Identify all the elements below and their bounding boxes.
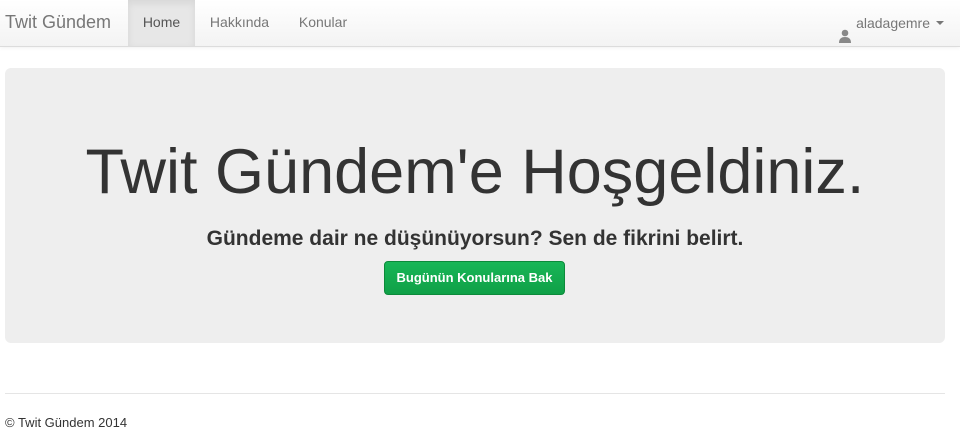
- user-dropdown[interactable]: aladagemre: [839, 0, 944, 46]
- page-title: Twit Gündem'e Hoşgeldiniz.: [85, 137, 865, 207]
- brand-link[interactable]: Twit Gündem: [5, 0, 111, 47]
- footer-divider: [5, 393, 945, 394]
- page-subtitle: Gündeme dair ne düşünüyorsun? Sen de fik…: [206, 227, 744, 250]
- nav-item-hakkinda[interactable]: Hakkında: [195, 0, 284, 46]
- username-label: aladagemre: [856, 15, 930, 31]
- caret-down-icon: [936, 21, 944, 25]
- todays-topics-button[interactable]: Bugünün Konularına Bak: [384, 261, 565, 295]
- top-navbar: Twit Gündem Home Hakkında Konular aladag…: [0, 0, 960, 47]
- footer-copyright: © Twit Gündem 2014: [5, 415, 128, 430]
- jumbotron: Twit Gündem'e Hoşgeldiniz. Gündeme dair …: [5, 68, 945, 343]
- nav-item-konular[interactable]: Konular: [284, 0, 362, 46]
- user-icon: [839, 16, 852, 43]
- nav-item-home[interactable]: Home: [128, 0, 195, 46]
